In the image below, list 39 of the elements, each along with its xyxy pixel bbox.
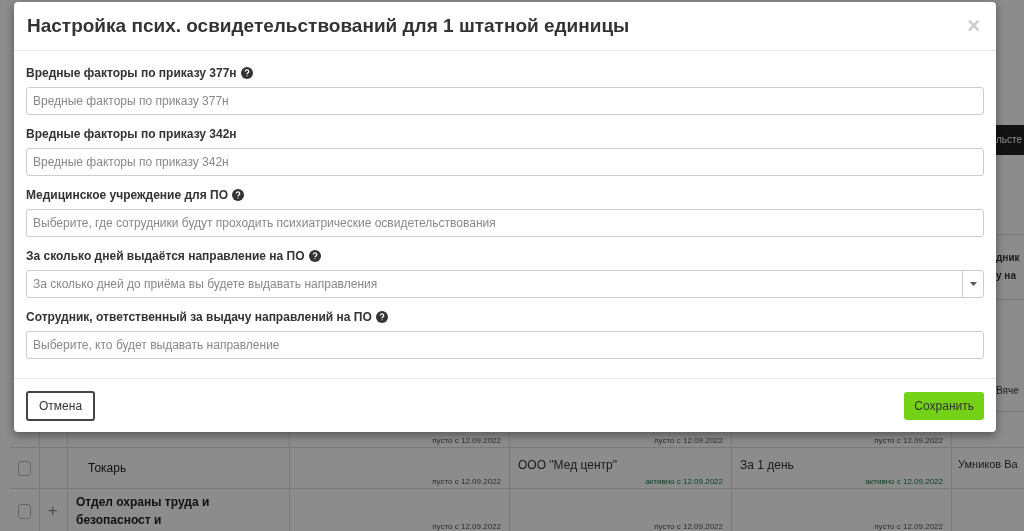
field-label: Вредные факторы по приказу 377н (26, 66, 237, 80)
status-date: пусто с 12.09.2022 (874, 522, 943, 531)
table-cell-text: Вяче (996, 383, 1020, 398)
row-checkbox[interactable] (18, 460, 31, 476)
position-name: Токарь (87, 460, 127, 477)
status-date: пусто с 12.09.2022 (432, 477, 501, 486)
status-date: пусто с 12.09.2022 (654, 522, 723, 531)
save-button[interactable]: Сохранить (904, 391, 984, 420)
table-cell-text: За 1 день (740, 458, 794, 472)
input-field[interactable]: Выберите, где сотрудники будут проходить психиатрические освидетельствования (26, 209, 984, 237)
dialog-title: Настройка псих. освидетельствований для 1 штатной единицы (27, 15, 630, 37)
input-field[interactable]: Вредные факторы по приказу 342н (26, 148, 984, 176)
table-cell-text: дник (996, 251, 1021, 265)
help-icon[interactable] (240, 67, 253, 79)
field-label: Медицинское учреждение для ПО (26, 188, 228, 202)
table-cell-text: ООО "Мед центр" (518, 458, 617, 472)
status-date: пусто с 12.09.2022 (874, 436, 943, 445)
help-icon[interactable] (232, 189, 244, 201)
input-field[interactable]: Выберите, кто будет выдавать направление (26, 331, 984, 359)
field-label: Вредные факторы по приказу 342н (26, 127, 237, 141)
status-date: пусто с 12.09.2022 (654, 436, 723, 445)
cancel-button[interactable]: Отмена (26, 390, 96, 421)
row-checkbox[interactable] (18, 503, 31, 519)
column-header: льсте (996, 125, 1024, 155)
status-date: пусто с 12.09.2022 (432, 436, 501, 445)
employee-name: Умников Ва (958, 458, 1018, 470)
expand-button[interactable]: + (48, 502, 58, 520)
table-cell-text: у на (996, 269, 1017, 283)
status-date: активно с 12.09.2022 (645, 477, 723, 486)
help-icon[interactable] (375, 311, 388, 323)
status-date: активно с 12.09.2022 (865, 477, 943, 486)
department-name: Отдел охраны труда и безопасност и (76, 494, 211, 529)
status-date: пусто с 12.09.2022 (432, 522, 501, 531)
input-field[interactable]: Вредные факторы по приказу 377н (26, 87, 984, 115)
field-label: За сколько дней выдаётся направление на ПО (26, 249, 305, 263)
caret-icon (969, 282, 977, 286)
help-icon[interactable] (308, 250, 321, 262)
field-label: Сотрудник, ответственный за выдачу направлений на ПО (26, 310, 372, 324)
select-field[interactable]: За сколько дней до приёма вы будете выдавать направления (26, 270, 984, 298)
